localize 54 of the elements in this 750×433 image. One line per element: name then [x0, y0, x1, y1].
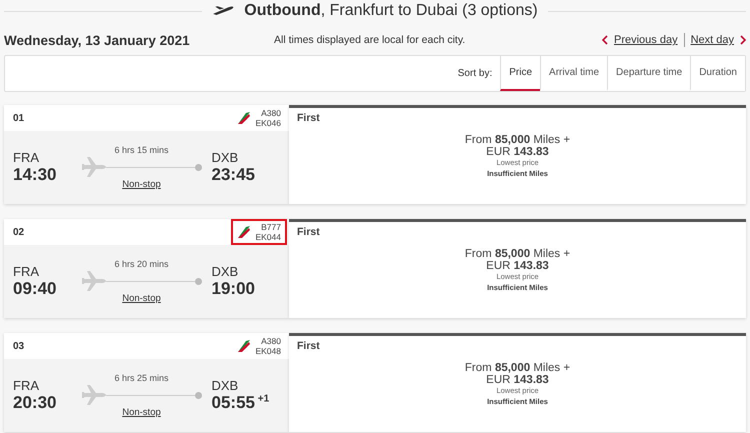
sort-tab[interactable]: Duration — [690, 56, 745, 91]
option-number: 03 — [13, 340, 24, 352]
flight-duration: 6 hrs 20 mins — [114, 259, 169, 269]
route-end-dot — [194, 164, 202, 170]
flight-code: EK044 — [255, 232, 281, 242]
flight-code: EK048 — [255, 346, 281, 356]
departure-time: 09:40 — [13, 279, 58, 299]
cash-price: EUR 143.83 — [486, 146, 549, 158]
miles-price: From 85,000 Miles + — [464, 134, 570, 146]
section-title: Outbound, Frankfurt to Dubai (3 options) — [244, 2, 538, 20]
cabin-class: First — [297, 226, 320, 238]
destination-code: DXB — [212, 378, 240, 393]
cash-price: EUR 143.83 — [486, 260, 549, 272]
miles-price: From 85,000 Miles + — [464, 248, 570, 260]
airplane-icon — [212, 4, 234, 18]
flight-duration: 6 hrs 15 mins — [114, 145, 169, 155]
stops-link[interactable]: Non-stop — [122, 293, 161, 304]
cash-price: EUR 143.83 — [486, 374, 549, 386]
time-notice: All times displayed are local for each city. — [274, 34, 466, 46]
flight-duration: 6 hrs 25 mins — [114, 373, 169, 383]
aircraft-type: A380 — [260, 336, 281, 346]
departure-time: 14:30 — [13, 165, 58, 185]
destination-code: DXB — [212, 150, 240, 165]
origin-code: FRA — [13, 264, 40, 279]
day-offset: +1 — [256, 393, 270, 404]
arrival-time: 19:00 — [212, 279, 256, 299]
stops-link[interactable]: Non-stop — [122, 179, 161, 190]
airline-tail-icon — [237, 339, 252, 353]
stops-link[interactable]: Non-stop — [122, 407, 161, 418]
next-day-link[interactable]: Next day — [690, 34, 734, 46]
chevron-right-icon — [740, 35, 746, 45]
option-number: 01 — [13, 112, 24, 124]
origin-code: FRA — [13, 150, 40, 165]
option-number: 02 — [13, 226, 24, 238]
route-end-dot — [194, 392, 202, 398]
chevron-left-icon — [602, 35, 608, 45]
cabin-class: First — [297, 112, 320, 124]
aircraft-type: B777 — [260, 222, 281, 232]
destination-code: DXB — [212, 264, 240, 279]
origin-code: FRA — [13, 378, 40, 393]
route-end-dot — [194, 278, 202, 284]
airline-tail-icon — [237, 111, 252, 125]
flight-date: Wednesday, 13 January 2021 — [4, 32, 191, 48]
flight-code: EK046 — [255, 118, 281, 128]
sort-tab[interactable]: Price — [500, 56, 540, 91]
cabin-class: First — [297, 340, 320, 352]
airline-tail-icon — [237, 225, 252, 239]
previous-day-link[interactable]: Previous day — [614, 34, 678, 46]
sort-label: Sort by: — [458, 68, 492, 79]
miles-price: From 85,000 Miles + — [464, 362, 570, 374]
arrival-time: 23:45 — [212, 165, 256, 185]
arrival-time: 05:55 $^{+1}$ — [212, 393, 270, 413]
aircraft-type: A380 — [260, 108, 281, 118]
departure-time: 20:30 — [13, 393, 58, 413]
